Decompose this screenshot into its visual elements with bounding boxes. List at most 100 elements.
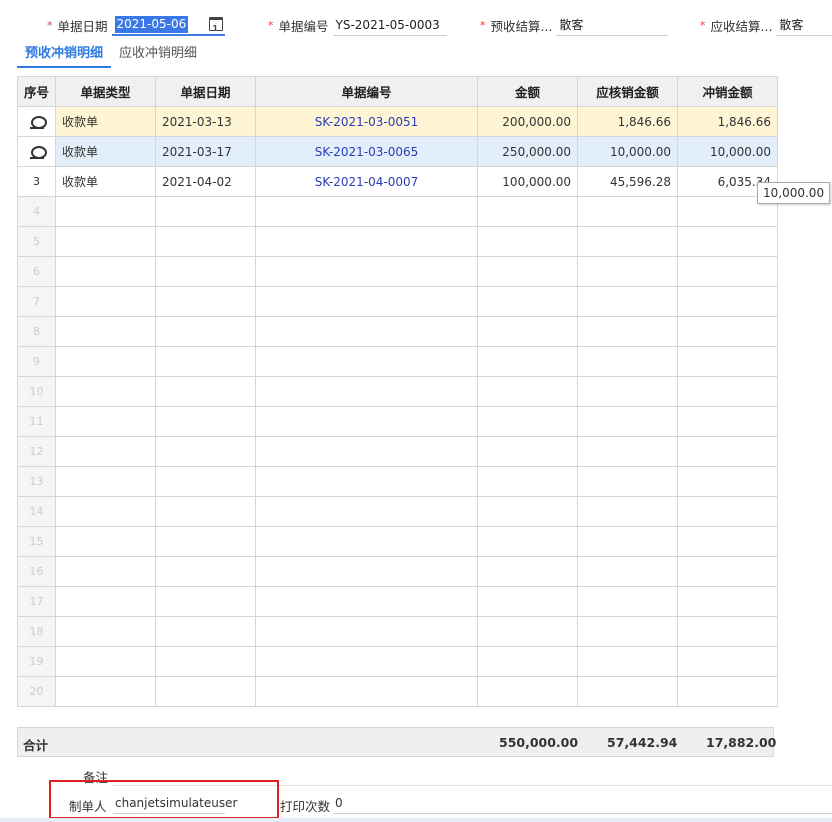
empty-cell[interactable] [255,256,479,287]
empty-cell[interactable] [477,526,579,557]
empty-cell[interactable] [477,226,579,257]
empty-cell[interactable] [55,286,157,317]
empty-cell[interactable] [155,346,257,377]
empty-cell[interactable] [55,196,157,227]
empty-cell[interactable] [477,406,579,437]
row-date[interactable]: 2021-04-02 [155,166,257,197]
empty-cell[interactable] [55,346,157,377]
empty-cell[interactable] [677,226,779,257]
gear-icon[interactable] [29,145,47,159]
empty-cell[interactable] [55,256,157,287]
empty-cell[interactable] [55,466,157,497]
empty-cell[interactable] [255,196,479,227]
empty-cell[interactable] [55,586,157,617]
table-row[interactable]: 14 [16,496,779,527]
empty-cell[interactable] [255,556,479,587]
row-type[interactable]: 收款单 [55,106,157,137]
empty-cell[interactable] [55,226,157,257]
empty-cell[interactable] [255,436,479,467]
row-type[interactable]: 收款单 [55,166,157,197]
empty-cell[interactable] [677,616,779,647]
table-row[interactable]: 17 [16,586,779,617]
empty-cell[interactable] [255,586,479,617]
empty-cell[interactable] [255,466,479,497]
empty-cell[interactable] [255,316,479,347]
empty-cell[interactable] [477,376,579,407]
gear-icon[interactable] [29,115,47,129]
empty-cell[interactable] [255,526,479,557]
empty-cell[interactable] [155,586,257,617]
table-row[interactable]: 19 [16,646,779,677]
empty-cell[interactable] [577,346,679,377]
empty-cell[interactable] [477,346,579,377]
empty-cell[interactable] [677,436,779,467]
empty-cell[interactable] [155,466,257,497]
empty-cell[interactable] [677,496,779,527]
empty-cell[interactable] [255,376,479,407]
empty-cell[interactable] [55,646,157,677]
empty-cell[interactable] [255,226,479,257]
table-row[interactable]: 9 [16,346,779,377]
empty-cell[interactable] [477,616,579,647]
row-offset[interactable]: 1,846.66 [677,106,779,137]
empty-cell[interactable] [577,316,679,347]
date-input[interactable]: 2021-05-06 [111,14,225,40]
empty-cell[interactable] [155,436,257,467]
empty-cell[interactable] [155,496,257,527]
empty-cell[interactable] [255,496,479,527]
table-row[interactable]: 3 收款单 2021-04-02 SK-2021-04-0007 100,000… [16,166,779,197]
calendar-icon[interactable] [208,17,223,40]
empty-cell[interactable] [255,616,479,647]
empty-cell[interactable] [677,466,779,497]
row-seq[interactable] [16,106,57,137]
receivable-party-input[interactable]: 散客 [776,14,832,36]
table-row[interactable]: 12 [16,436,779,467]
row-amount[interactable]: 100,000.00 [477,166,579,197]
row-code[interactable]: SK-2021-04-0007 [255,166,479,197]
empty-cell[interactable] [577,616,679,647]
empty-cell[interactable] [55,436,157,467]
empty-cell[interactable] [55,676,157,707]
table-row[interactable]: 5 [16,226,779,257]
empty-cell[interactable] [677,256,779,287]
table-row[interactable]: 8 [16,316,779,347]
empty-cell[interactable] [677,376,779,407]
empty-cell[interactable] [55,376,157,407]
empty-cell[interactable] [477,286,579,317]
empty-cell[interactable] [55,526,157,557]
row-due[interactable]: 10,000.00 [577,136,679,167]
empty-cell[interactable] [55,406,157,437]
row-code[interactable]: SK-2021-03-0065 [255,136,479,167]
empty-cell[interactable] [577,196,679,227]
empty-cell[interactable] [577,256,679,287]
empty-cell[interactable] [577,286,679,317]
number-input[interactable]: YS-2021-05-0003 [332,14,447,36]
empty-cell[interactable] [577,646,679,677]
maker-field[interactable]: chanjetsimulateuser [113,794,237,814]
table-row[interactable]: 16 [16,556,779,587]
empty-cell[interactable] [155,226,257,257]
empty-cell[interactable] [577,466,679,497]
empty-cell[interactable] [155,526,257,557]
empty-cell[interactable] [155,256,257,287]
empty-cell[interactable] [677,556,779,587]
empty-cell[interactable] [577,376,679,407]
table-row[interactable]: 4 [16,196,779,227]
empty-cell[interactable] [155,376,257,407]
empty-cell[interactable] [155,676,257,707]
empty-cell[interactable] [577,556,679,587]
table-row[interactable]: 11 [16,406,779,437]
row-due[interactable]: 45,596.28 [577,166,679,197]
table-row[interactable]: 收款单 2021-03-13 SK-2021-03-0051 200,000.0… [16,106,779,137]
empty-cell[interactable] [255,676,479,707]
empty-cell[interactable] [477,316,579,347]
empty-cell[interactable] [255,406,479,437]
empty-cell[interactable] [677,586,779,617]
row-date[interactable]: 2021-03-17 [155,136,257,167]
empty-cell[interactable] [55,616,157,647]
empty-cell[interactable] [477,646,579,677]
empty-cell[interactable] [577,406,679,437]
empty-cell[interactable] [477,676,579,707]
empty-cell[interactable] [477,586,579,617]
empty-cell[interactable] [255,646,479,677]
